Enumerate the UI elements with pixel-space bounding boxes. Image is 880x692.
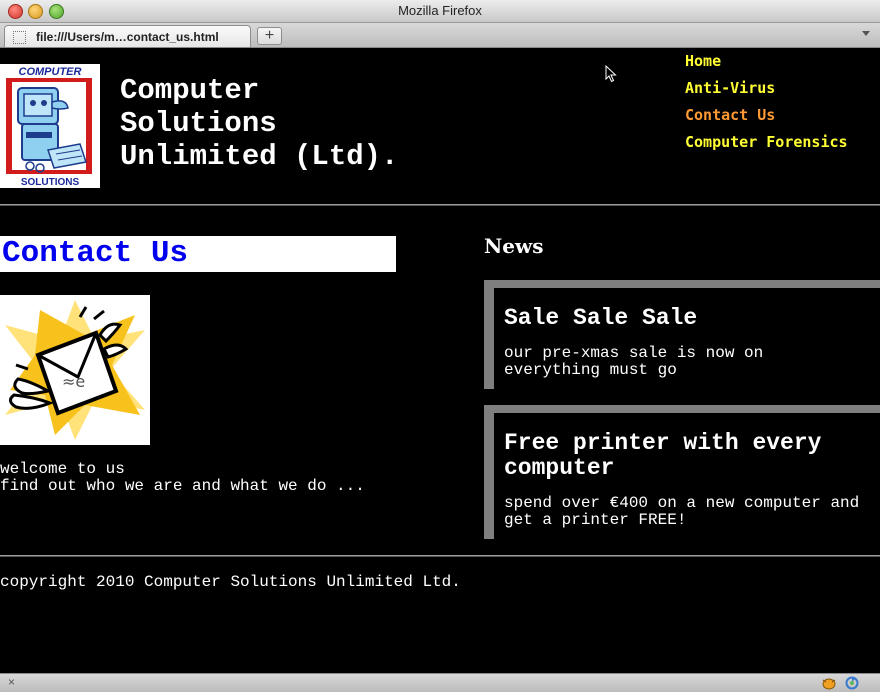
- news-item: Sale Sale Sale our pre-xmas sale is now …: [484, 280, 880, 389]
- news-item-body: our pre-xmas sale is now on everything m…: [494, 331, 880, 379]
- new-tab-button[interactable]: +: [257, 27, 282, 45]
- news-item-title-line: computer: [504, 455, 615, 481]
- logo-text-bottom: SOLUTIONS: [21, 177, 80, 188]
- flying-envelope-clipart: ≈e: [0, 295, 150, 445]
- intro-line: welcome to us: [0, 460, 125, 478]
- firebug-addon-icon[interactable]: [821, 676, 837, 690]
- news-item-body-line: get a printer FREE!: [504, 511, 687, 529]
- news-item-body: spend over €400 on a new computer and ge…: [494, 481, 880, 529]
- main-navigation: Home Anti-Virus Contact Us Computer Fore…: [685, 52, 848, 160]
- winged-envelope-icon: ≈e: [0, 295, 150, 445]
- footer-divider: [0, 555, 880, 557]
- mouse-pointer-icon: [605, 65, 617, 83]
- nav-link-contact-us[interactable]: Contact Us: [685, 106, 848, 133]
- svg-text:≈e: ≈e: [62, 372, 85, 391]
- status-close-icon[interactable]: ×: [8, 675, 15, 689]
- status-bar: ×: [0, 673, 880, 692]
- news-item-body-line: spend over €400 on a new computer and: [504, 494, 860, 512]
- site-logo[interactable]: COMPUTER SOLUTIONS: [0, 64, 100, 188]
- news-item-title-line: Free printer with every: [504, 430, 822, 456]
- news-item-title: Free printer with every computer: [494, 413, 880, 481]
- intro-text: welcome to us find out who we are and wh…: [0, 461, 365, 495]
- window-titlebar: Mozilla Firefox: [0, 0, 880, 23]
- page-content: COMPUTER SOLUTIONS Computer Solutions Un…: [0, 48, 880, 673]
- window-title: Mozilla Firefox: [398, 3, 482, 18]
- page-favicon-icon: [13, 31, 26, 44]
- logo-text-top: COMPUTER: [19, 66, 82, 78]
- computer-mascot-logo-icon: COMPUTER SOLUTIONS: [0, 64, 100, 188]
- nav-link-computer-forensics[interactable]: Computer Forensics: [685, 133, 848, 160]
- header-divider: [0, 204, 880, 206]
- copyright-text: copyright 2010 Computer Solutions Unlimi…: [0, 573, 461, 591]
- site-title: Computer Solutions Unlimited (Ltd).: [120, 74, 480, 173]
- tab-label: file:///Users/m…contact_us.html: [36, 30, 219, 44]
- news-item: Free printer with every computer spend o…: [484, 405, 880, 539]
- site-title-line: Solutions: [120, 107, 277, 140]
- tab-contact-us[interactable]: file:///Users/m…contact_us.html: [4, 25, 251, 47]
- site-title-line: Unlimited (Ltd).: [120, 140, 399, 173]
- tab-list-dropdown-icon[interactable]: [862, 31, 870, 36]
- news-item-body-line: everything must go: [504, 361, 677, 379]
- tab-bar: file:///Users/m…contact_us.html +: [0, 23, 880, 48]
- intro-line: find out who we are and what we do ...: [0, 477, 365, 495]
- nav-link-home[interactable]: Home: [685, 52, 848, 79]
- page-heading-box: Contact Us: [0, 236, 396, 272]
- page-heading: Contact Us: [2, 236, 189, 271]
- news-item-body-line: our pre-xmas sale is now on: [504, 344, 764, 362]
- news-heading: News: [484, 234, 544, 258]
- nav-link-anti-virus[interactable]: Anti-Virus: [685, 79, 848, 106]
- news-item-title: Sale Sale Sale: [504, 305, 698, 331]
- site-title-line: Computer: [120, 74, 260, 107]
- sync-addon-icon[interactable]: [845, 676, 859, 690]
